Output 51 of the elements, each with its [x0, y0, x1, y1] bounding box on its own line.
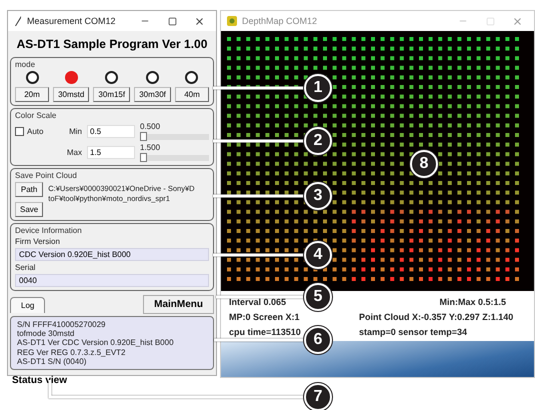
group-label: Device Information [15, 226, 83, 235]
log-line: S/N FFFF410005270029 [17, 320, 106, 330]
slider-reading: 1.500 [140, 143, 162, 152]
app-icon [227, 16, 237, 26]
radio-button[interactable] [185, 71, 198, 84]
info-text: cpu time=113510 [229, 327, 301, 337]
mode-button[interactable]: 40m [174, 87, 209, 102]
info-text: Min:Max 0.5:1.5 [439, 297, 506, 307]
slider-track[interactable] [140, 153, 209, 162]
slider-reading: 0.500 [140, 122, 162, 131]
window-title: Measurement COM12 [27, 16, 117, 26]
field-label: Min [68, 127, 82, 136]
log-line: AS-DT1 S/N (0040) [17, 356, 86, 366]
field-label: Serial [15, 263, 36, 272]
radio-button[interactable] [26, 71, 38, 84]
mode-button[interactable]: 30m30f [134, 87, 171, 102]
info-text: stamp=0 sensor temp=34 [359, 327, 468, 337]
info-text: MP:0 Screen X:1 [229, 312, 300, 322]
slider-thumb[interactable] [140, 153, 147, 162]
input-field[interactable]: 0.5 [87, 125, 135, 138]
path-button[interactable]: Path [15, 182, 44, 197]
radio-button[interactable] [146, 71, 160, 84]
log-line: REG Ver REG 0.7.3.z.5_EVT2 [17, 348, 126, 357]
group-label: Color Scale [15, 111, 58, 120]
log-line: tofmode 30mstd [17, 329, 76, 338]
field-label: Firm Version [15, 237, 61, 246]
input-field[interactable]: 1.5 [87, 146, 135, 159]
save-button[interactable]: Save [15, 202, 44, 217]
field-label: Max [66, 148, 82, 157]
group-label: mode [15, 60, 36, 69]
window-title: DepthMap COM12 [242, 16, 318, 26]
info-field: CDC Version 0.920E_hist B000 [15, 248, 209, 261]
program-heading: AS-DT1 Sample Program Ver 1.00 [16, 36, 208, 53]
tab[interactable]: Log [10, 296, 46, 312]
tab[interactable]: MainMenu [143, 295, 214, 314]
mode-button[interactable]: 20m [15, 87, 49, 102]
mode-button[interactable]: 30mstd [53, 87, 90, 102]
slider-track[interactable] [140, 132, 209, 141]
checkbox-label: Auto [27, 127, 44, 136]
mode-button[interactable]: 30m15f [93, 87, 130, 102]
group-label: Save Point Cloud [15, 171, 78, 180]
callout-number: 7 [304, 383, 332, 410]
info-text: Point Cloud X:-0.357 Y:0.297 Z:1.140 [359, 312, 514, 322]
log-line: AS-DT1 Ver CDC Version 0.920E_hist B000 [17, 338, 175, 348]
info-text: Interval 0.065 [229, 297, 286, 307]
radio-button[interactable] [64, 71, 78, 84]
checkbox[interactable] [15, 127, 24, 136]
feather-icon [14, 16, 22, 26]
info-field: 0040 [15, 274, 209, 287]
radio-button[interactable] [105, 71, 118, 84]
slider-thumb[interactable] [140, 132, 147, 141]
